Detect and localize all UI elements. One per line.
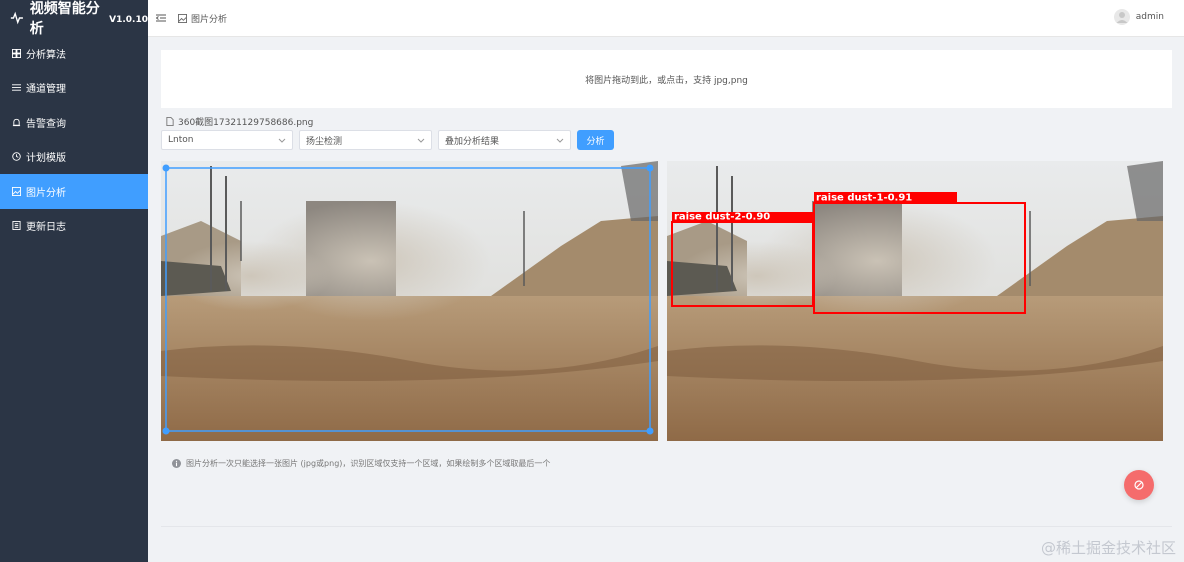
file-name: 360截图17321129758686.png bbox=[178, 118, 314, 128]
sidebar-item-label: 更新日志 bbox=[26, 222, 66, 234]
usage-tip: 图片分析一次只能选择一张图片 (jpg或png)，识别区域仅支持一个区域，如果绘… bbox=[172, 458, 550, 469]
filter-bar: Lnton 扬尘检测 叠加分析结果 分析 bbox=[161, 130, 614, 150]
tip-text: 图片分析一次只能选择一张图片 (jpg或png)，识别区域仅支持一个区域，如果绘… bbox=[186, 459, 551, 468]
chevron-down-icon bbox=[556, 138, 564, 143]
source-image-canvas[interactable] bbox=[161, 161, 658, 441]
sidebar-item-image-analysis[interactable]: 图片分析 bbox=[0, 174, 148, 209]
eraser-icon bbox=[1134, 480, 1144, 490]
chevron-down-icon bbox=[278, 138, 286, 143]
menu-collapse-icon[interactable] bbox=[156, 13, 166, 23]
app-title: 视频智能分析 bbox=[29, 1, 100, 37]
list-icon bbox=[12, 84, 21, 91]
avatar bbox=[1113, 9, 1130, 25]
sidebar-item-label: 计划模版 bbox=[26, 153, 66, 165]
file-icon bbox=[166, 117, 174, 126]
analyze-button[interactable]: 分析 bbox=[577, 130, 614, 150]
divider bbox=[161, 526, 1172, 527]
source-image bbox=[161, 161, 658, 441]
sidebar-item-label: 告警查询 bbox=[26, 118, 66, 130]
sidebar-item-label: 通道管理 bbox=[26, 84, 66, 96]
info-icon bbox=[172, 459, 181, 468]
overlay-select[interactable]: 叠加分析结果 bbox=[438, 130, 571, 150]
top-header: 图片分析 admin bbox=[148, 0, 1184, 37]
result-image: raise dust-2-0.90 raise dust-1-0.91 bbox=[667, 161, 1164, 441]
clear-button[interactable] bbox=[1124, 470, 1154, 500]
image-icon bbox=[12, 186, 21, 196]
breadcrumb-label: 图片分析 bbox=[191, 14, 228, 25]
region-handle bbox=[162, 427, 170, 435]
brand: 视频智能分析 V1.0.10 bbox=[0, 0, 148, 37]
sidebar-item-alarms[interactable]: 告警查询 bbox=[0, 105, 148, 140]
detection-label: raise dust-2-0.90 bbox=[674, 212, 770, 223]
sidebar-item-label: 分析算法 bbox=[26, 49, 66, 61]
channel-value: Lnton bbox=[168, 135, 194, 145]
app-version: V1.0.10 bbox=[109, 15, 148, 25]
region-handle bbox=[162, 164, 170, 172]
clock-icon bbox=[12, 152, 21, 161]
algorithm-select[interactable]: 扬尘检测 bbox=[299, 130, 432, 150]
algorithm-icon bbox=[12, 48, 21, 58]
region-handle bbox=[646, 164, 654, 172]
main-content: 将图片拖动到此，或点击，支持 jpg,png 360截图173211297586… bbox=[148, 37, 1184, 562]
sidebar-item-changelog[interactable]: 更新日志 bbox=[0, 209, 148, 244]
sidebar: 视频智能分析 V1.0.10 分析算法 通道管理 告警查询 计划模版 图片分析 … bbox=[0, 0, 148, 562]
sidebar-item-channels[interactable]: 通道管理 bbox=[0, 71, 148, 106]
detection-label: raise dust-1-0.91 bbox=[816, 193, 912, 204]
selected-file: 360截图17321129758686.png bbox=[166, 115, 313, 128]
bell-icon bbox=[12, 118, 21, 126]
sidebar-item-label: 图片分析 bbox=[26, 187, 66, 199]
channel-select[interactable]: Lnton bbox=[161, 130, 293, 150]
chevron-down-icon bbox=[417, 138, 425, 143]
username: admin bbox=[1135, 12, 1164, 22]
user-menu[interactable]: admin bbox=[1113, 9, 1164, 25]
region-handle bbox=[646, 427, 654, 435]
overlay-value: 叠加分析结果 bbox=[445, 136, 500, 147]
sidebar-item-schedules[interactable]: 计划模版 bbox=[0, 140, 148, 175]
upload-hint: 将图片拖动到此，或点击，支持 jpg,png bbox=[585, 75, 748, 86]
sidebar-item-algorithms[interactable]: 分析算法 bbox=[0, 36, 148, 71]
algorithm-value: 扬尘检测 bbox=[306, 136, 343, 147]
pulse-icon bbox=[10, 11, 23, 25]
watermark: @稀土掘金技术社区 bbox=[1040, 539, 1176, 557]
image-icon bbox=[178, 13, 187, 23]
breadcrumb: 图片分析 bbox=[178, 12, 227, 25]
upload-dropzone[interactable]: 将图片拖动到此，或点击，支持 jpg,png bbox=[161, 50, 1172, 108]
document-icon bbox=[12, 221, 21, 231]
